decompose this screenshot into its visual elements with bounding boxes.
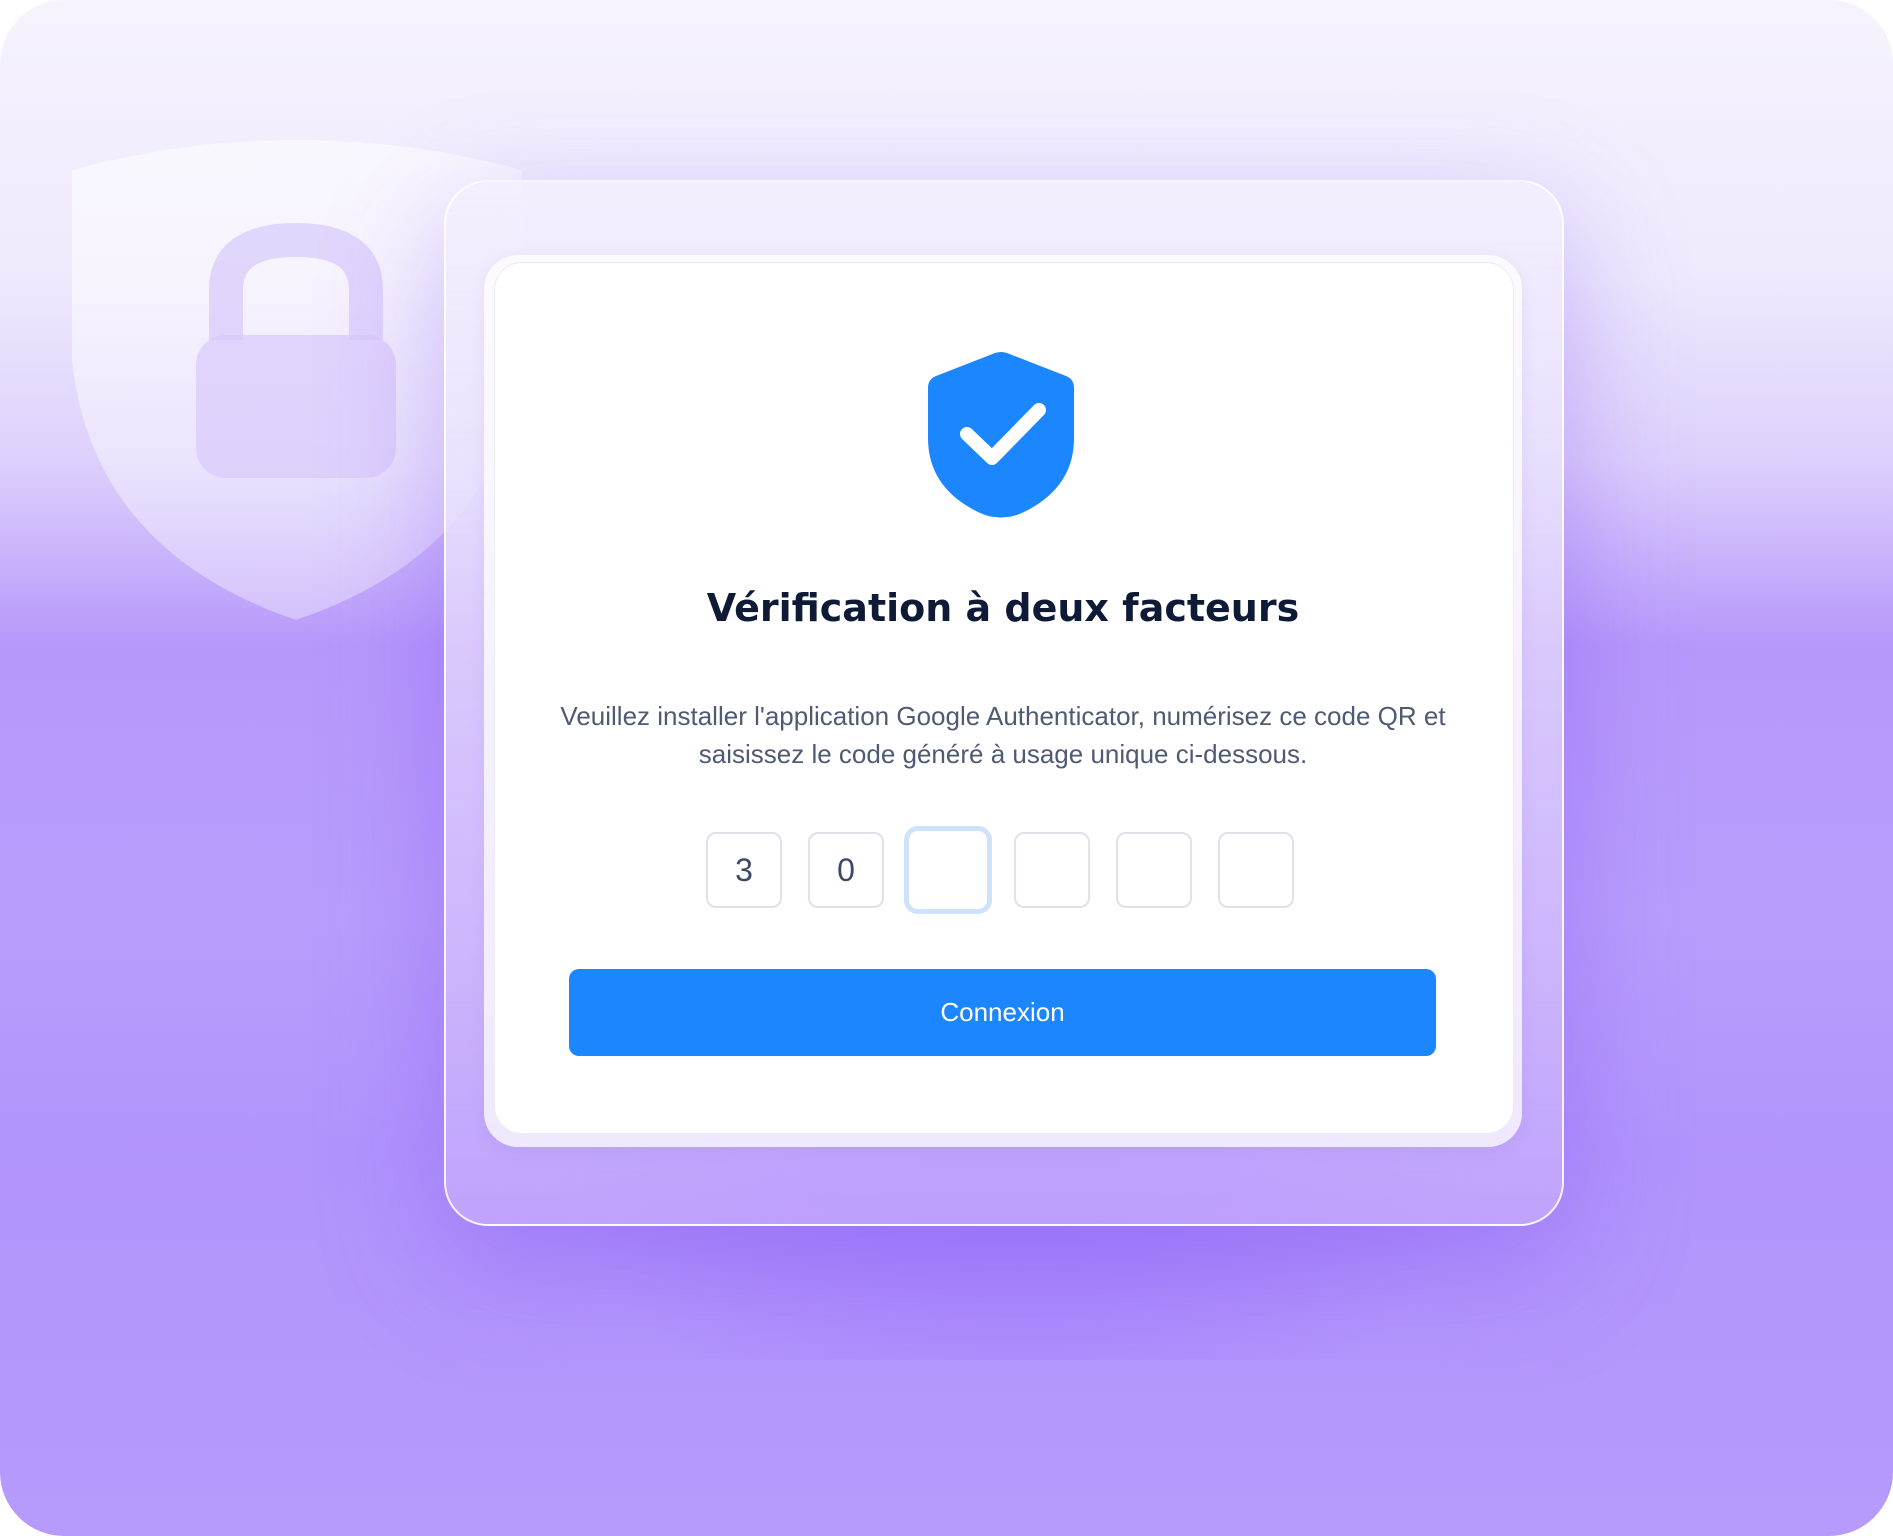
connexion-button[interactable]: Connexion bbox=[569, 969, 1436, 1056]
otp-input-group: 3 0 bbox=[706, 826, 1306, 914]
otp-digit-6[interactable] bbox=[1218, 832, 1294, 908]
otp-digit-4[interactable] bbox=[1014, 832, 1090, 908]
instructions-text: Veuillez installer l'application Google … bbox=[560, 701, 1446, 769]
background-canvas: Vérification à deux facteurs Veuillez in… bbox=[0, 0, 1893, 1536]
shield-check-icon bbox=[928, 352, 1074, 518]
otp-digit-3[interactable] bbox=[904, 826, 992, 914]
otp-digit-5[interactable] bbox=[1116, 832, 1192, 908]
otp-digit-2[interactable]: 0 bbox=[808, 832, 884, 908]
otp-digit-1[interactable]: 3 bbox=[706, 832, 782, 908]
page-title: Vérification à deux facteurs bbox=[706, 586, 1300, 630]
